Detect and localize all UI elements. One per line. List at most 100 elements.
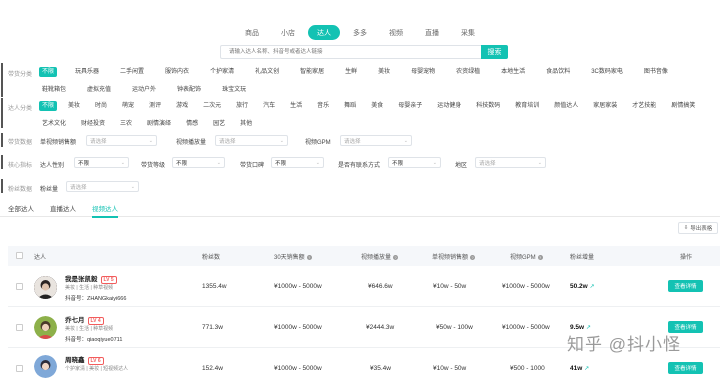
category-chip[interactable]: 运动户外 [129,85,159,95]
col-plays: 视频播放量? [361,254,399,261]
trend-up-icon: ↗ [589,284,595,290]
main-nav: 商品 小店 达人 多多 视频 直播 采集 [0,25,720,40]
type-chip[interactable]: 时尚 [92,101,110,111]
type-chip[interactable]: 美妆 [65,101,83,111]
search-input[interactable] [220,45,481,59]
type-chip[interactable]: 其他 [237,119,255,129]
type-chip[interactable]: 旅行 [233,101,251,111]
chevron-down-icon: ⌄ [130,183,135,190]
tab-live-influencers[interactable]: 直播达人 [50,203,76,213]
category-chip[interactable]: 鞋靴箱包 [39,85,69,95]
type-chip[interactable]: 萌宠 [119,101,137,111]
type-chip[interactable]: 三农 [117,119,135,129]
category-chip[interactable]: 3C数码家电 [588,67,626,77]
type-chip[interactable]: 游戏 [173,101,191,111]
category-chip[interactable]: 食品饮料 [543,67,573,77]
contact-label: 是否有联系方式 [338,163,381,169]
col-action: 操作 [680,255,693,261]
category-chip[interactable]: 不限 [39,67,58,77]
category-chip[interactable]: 生鲜 [342,67,360,77]
tab-influencers[interactable]: 达人 [308,25,340,40]
tab-live[interactable]: 直播 [416,25,448,40]
video-plays-label: 视频播放量 [176,140,207,146]
avatar [34,316,57,339]
select-all-checkbox[interactable] [16,252,23,259]
sales30-value: ¥1000w - 5000w [274,324,322,331]
type-chip[interactable]: 情感 [183,119,201,129]
type-chip[interactable]: 园艺 [210,119,228,129]
category-chip[interactable]: 珠宝文玩 [219,85,249,95]
gpm-value: ¥1000w - 5000w [502,283,550,290]
type-chip[interactable]: 科技数码 [473,101,503,111]
category-chip[interactable]: 美妆 [375,67,393,77]
tab-duoduo[interactable]: 多多 [344,25,376,40]
type-chip[interactable]: 教育培训 [512,101,542,111]
view-detail-button[interactable]: 查看详情 [668,362,703,374]
reputation-select[interactable]: 不限 ⌄ [271,157,324,168]
category-chip[interactable]: 礼品文创 [252,67,282,77]
gpm-value: ¥1000w - 5000w [502,324,550,331]
category-chip[interactable]: 母婴宠物 [408,67,438,77]
type-chip[interactable]: 音乐 [314,101,332,111]
region-select[interactable]: 请选择 ⌄ [475,157,546,168]
chevron-down-icon: ⌄ [120,159,125,166]
level-select[interactable]: 不限 ⌄ [172,157,225,168]
sales-filter-label: 带货数据 [8,140,33,146]
contact-select[interactable]: 不限 ⌄ [388,157,441,168]
category-chip[interactable]: 钟表配饰 [174,85,204,95]
type-chip[interactable]: 测评 [146,101,164,111]
type-chip[interactable]: 二次元 [200,101,224,111]
type-chip[interactable]: 剧情演绎 [144,119,174,129]
category-chip[interactable]: 玩具乐器 [72,67,102,77]
gpm-value: ¥500 - 1000 [510,365,545,372]
influencer-name[interactable]: 乔七月 LV 4 [65,314,104,325]
influencer-name[interactable]: 我是张凯毅 LV 5 [65,273,117,284]
info-icon: ? [470,254,476,260]
row-checkbox[interactable] [16,365,23,372]
tab-collect[interactable]: 采集 [452,25,484,40]
tab-products[interactable]: 商品 [236,25,268,40]
influencer-tags: 美妆 | 生活 | 种草视频 [65,326,114,332]
fans-count: 152.4w [202,365,223,372]
section-bar [1,179,3,193]
douyin-id: 抖音号：ZHANGkaiyi666 [65,296,127,302]
search-button[interactable]: 搜索 [481,45,508,59]
category-chip[interactable]: 农资绿植 [453,67,483,77]
category-chip[interactable]: 智能家居 [297,67,327,77]
category-chip[interactable]: 二手闲置 [117,67,147,77]
influencer-name[interactable]: 周晓鑫 LV 6 [65,354,104,365]
category-chip[interactable]: 本地生活 [498,67,528,77]
type-chip[interactable]: 汽车 [260,101,278,111]
type-chip[interactable]: 财经投资 [78,119,108,129]
type-chip[interactable]: 不限 [39,101,58,111]
type-chip[interactable]: 家居家装 [590,101,620,111]
tab-shops[interactable]: 小店 [272,25,304,40]
fans-growth: 41w ↗ [570,365,590,372]
single-sales-value: ¥50w - 100w [436,324,473,331]
type-chip[interactable]: 母婴亲子 [395,101,425,111]
category-chip[interactable]: 个护家清 [207,67,237,77]
row-checkbox[interactable] [16,283,23,290]
type-chip[interactable]: 艺术文化 [39,119,69,129]
type-chip[interactable]: 运动健身 [434,101,464,111]
tab-video-influencers[interactable]: 视频达人 [92,203,118,218]
tab-videos[interactable]: 视频 [380,25,412,40]
type-chip[interactable]: 舞蹈 [341,101,359,111]
type-chip[interactable]: 颜值达人 [551,101,581,111]
video-gpm-select[interactable]: 请选择 ⌄ [340,135,412,146]
category-chip[interactable]: 虚拟充值 [84,85,114,95]
type-chip[interactable]: 才艺技能 [629,101,659,111]
type-chip[interactable]: 生活 [287,101,305,111]
category-chip[interactable]: 服饰内衣 [162,67,192,77]
view-detail-button[interactable]: 查看详情 [668,280,703,292]
type-chip[interactable]: 剧情搞笑 [668,101,698,111]
tab-all-influencers[interactable]: 全部达人 [8,203,34,213]
category-chip[interactable]: 图书音像 [641,67,671,77]
single-video-sales-select[interactable]: 请选择 ⌄ [86,135,157,146]
export-button[interactable]: ⇩ 导出表格 [678,222,718,234]
type-chip[interactable]: 美食 [368,101,386,111]
video-plays-select[interactable]: 请选择 ⌄ [215,135,288,146]
row-checkbox[interactable] [16,324,23,331]
fans-count-select[interactable]: 请选择 ⌄ [66,181,139,192]
gender-select[interactable]: 不限 ⌄ [74,157,129,168]
